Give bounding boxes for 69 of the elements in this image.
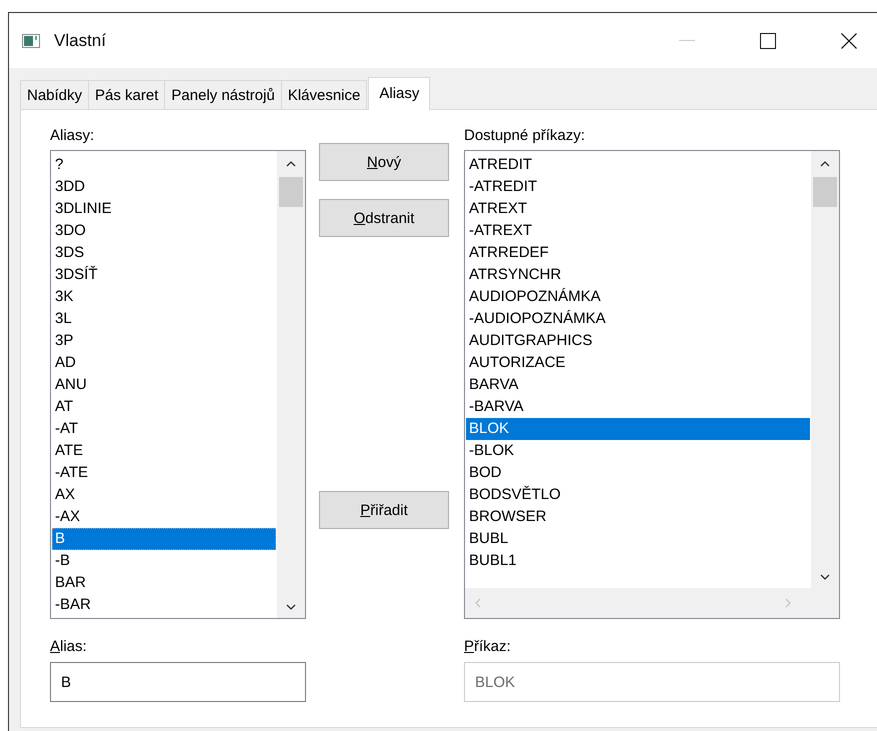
list-item[interactable]: -AT [52,418,276,440]
commands-label: Dostupné příkazy: [464,127,586,145]
list-item[interactable]: 3L [52,308,276,330]
tab[interactable]: Klávesnice [280,80,368,109]
list-item[interactable]: ANU [52,374,276,396]
scroll-right-icon[interactable] [785,598,791,608]
list-item[interactable]: AUDITGRAPHICS [466,330,810,352]
list-item[interactable]: -ATE [52,462,276,484]
aliases-list[interactable]: ? 3DD 3DLINIE 3DO 3DS 3DSÍŤ 3K 3L 3P AD ANU AT -AT ATE -ATE AX -AX B -B BAR -BAR [50,150,306,619]
scroll-up-icon[interactable] [820,161,830,167]
list-item[interactable]: AX [52,484,276,506]
list-item[interactable]: AUTORIZACE [466,352,810,374]
list-item[interactable]: BARVA [466,374,810,396]
list-item[interactable]: 3DSÍŤ [52,264,276,286]
list-item[interactable]: -BAR [52,594,276,616]
list-item[interactable]: BROWSER [466,506,810,528]
minimize-icon[interactable] [679,40,695,42]
tab[interactable]: Nabídky [20,80,90,109]
list-item[interactable]: AUDIOPOZNÁMKA [466,286,810,308]
list-item[interactable]: AT [52,396,276,418]
list-item[interactable]: BUBL [466,528,810,550]
list-item[interactable]: ATRSYNCHR [466,264,810,286]
list-item[interactable]: ATREDIT [466,154,810,176]
list-item[interactable]: ATRREDEF [466,242,810,264]
list-item[interactable]: -B [52,550,276,572]
scroll-left-icon[interactable] [475,598,481,608]
list-item[interactable]: B [52,528,276,550]
alias-label: Alias: [50,638,88,656]
list-item[interactable]: 3DLINIE [52,198,276,220]
list-item[interactable]: 3DS [52,242,276,264]
scroll-down-icon[interactable] [286,604,296,610]
window-title: Vlastní [54,30,106,50]
maximize-icon[interactable] [760,32,776,48]
aliases-label: Aliasy: [50,127,96,145]
list-item[interactable]: -AX [52,506,276,528]
button[interactable]: Odstranit [319,199,449,237]
button[interactable]: Nový [319,143,449,181]
list-item[interactable]: ? [52,154,276,176]
list-item[interactable]: BOD [466,462,810,484]
close-icon[interactable] [841,32,857,48]
horizontal-scrollbar[interactable] [465,588,839,618]
scroll-thumb[interactable] [813,177,837,207]
scrollbar[interactable] [277,151,305,618]
scroll-down-icon[interactable] [820,574,830,580]
list-item[interactable]: 3DO [52,220,276,242]
list-item[interactable]: BUBL1 [466,550,810,572]
list-item[interactable]: ATREXT [466,198,810,220]
alias-field[interactable]: B [50,662,306,702]
list-item[interactable]: BLOK [466,418,810,440]
list-item[interactable]: -ATREXT [466,220,810,242]
command-label: Příkaz: [464,638,512,656]
commands-list[interactable]: ATREDIT -ATREDIT ATREXT -ATREXT ATRREDEF ATRSYNCHR AUDIOPOZNÁMKA -AUDIOPOZNÁMKA AUDITGRAPHICS AUTORIZACE BARVA -BARVA BLOK -BLOK BOD BODSVĚTLO BROWSER BUBL BUBL1 [464,150,840,619]
list-item[interactable]: 3DD [52,176,276,198]
list-item[interactable]: -AUDIOPOZNÁMKA [466,308,810,330]
scroll-thumb[interactable] [279,177,303,207]
list-item[interactable]: -BLOK [466,440,810,462]
list-item[interactable]: -ATREDIT [466,176,810,198]
app-icon [22,34,40,48]
list-item[interactable]: BODSVĚTLO [466,484,810,506]
list-item[interactable]: 3K [52,286,276,308]
list-item[interactable]: 3P [52,330,276,352]
scroll-up-icon[interactable] [286,161,296,167]
scrollbar[interactable] [811,151,839,588]
list-item[interactable]: -BARVA [466,396,810,418]
button[interactable]: Přiřadit [319,491,449,529]
list-item[interactable]: BAR [52,572,276,594]
list-item[interactable]: ATE [52,440,276,462]
tab[interactable]: Aliasy [368,77,430,110]
list-item[interactable]: AD [52,352,276,374]
